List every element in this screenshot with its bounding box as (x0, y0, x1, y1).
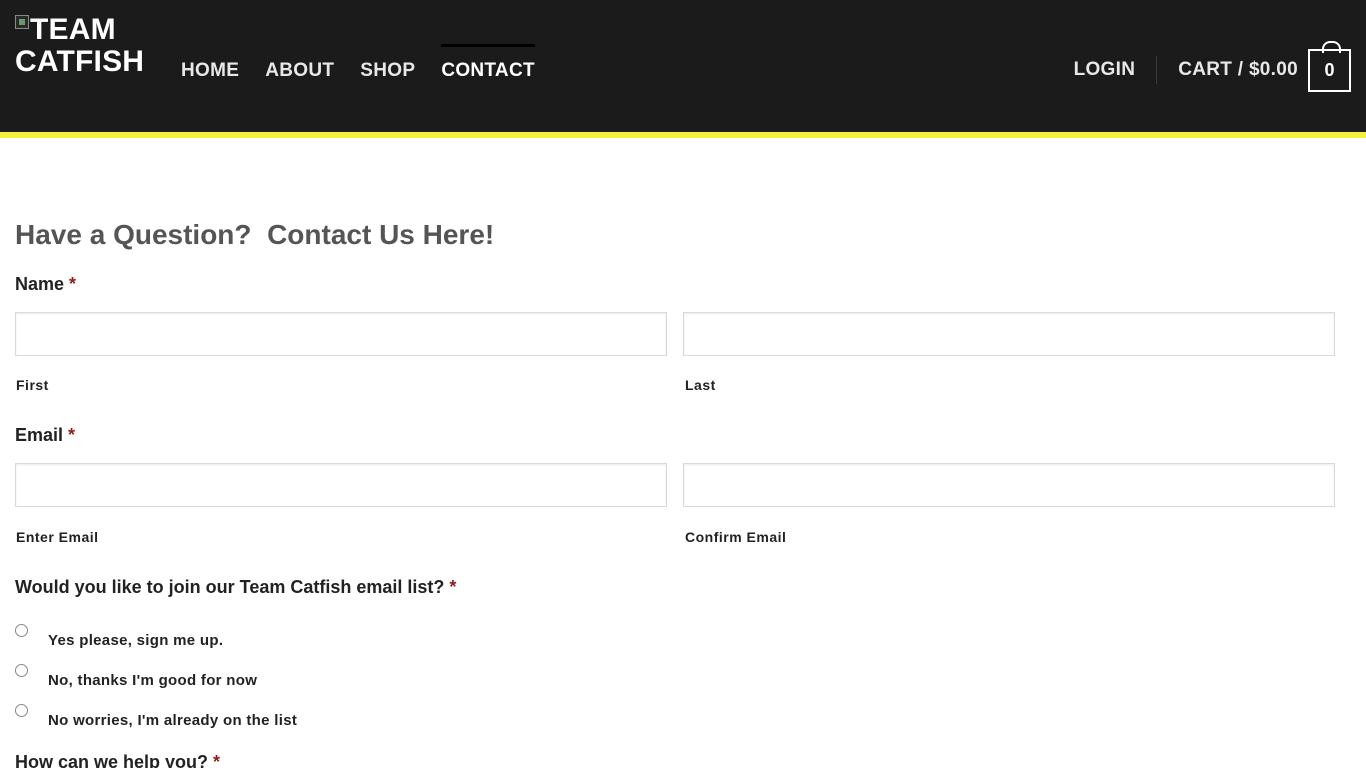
email-label: Email * (15, 425, 76, 445)
first-name-sublabel: First (16, 377, 49, 393)
radio-option-no[interactable]: No, thanks I'm good for now (15, 664, 258, 689)
last-name-input[interactable] (683, 312, 1335, 356)
login-link[interactable]: LOGIN (1074, 59, 1157, 81)
cart-bag-icon[interactable]: 0 (1308, 40, 1351, 92)
site-header: Team Catfish HOME ABOUT SHOP CONTACT LOG… (0, 0, 1366, 132)
site-logo[interactable]: Team Catfish (15, 14, 165, 78)
radio-option-label: No worries, I'm already on the list (48, 712, 298, 729)
page-title: Have a Question? Contact Us Here! (15, 219, 495, 250)
required-mark: * (68, 425, 76, 445)
email-list-question: Would you like to join our Team Catfish … (15, 577, 457, 597)
required-mark: * (69, 274, 77, 294)
nav-home[interactable]: HOME (181, 0, 239, 132)
radio-button[interactable] (15, 624, 28, 637)
cart-link[interactable]: CART / $0.00 (1157, 59, 1308, 81)
last-name-sublabel: Last (685, 377, 716, 393)
radio-option-label: Yes please, sign me up. (48, 632, 224, 649)
enter-email-sublabel: Enter Email (16, 529, 99, 545)
nav-shop[interactable]: SHOP (360, 0, 415, 132)
broken-image-icon (15, 15, 29, 29)
radio-option-already[interactable]: No worries, I'm already on the list (15, 704, 298, 729)
main-nav: HOME ABOUT SHOP CONTACT (181, 0, 561, 132)
required-mark: * (213, 752, 221, 768)
radio-option-yes[interactable]: Yes please, sign me up. (15, 624, 224, 649)
radio-option-label: No, thanks I'm good for now (48, 672, 258, 689)
radio-button[interactable] (15, 704, 28, 717)
account-nav: LOGIN CART / $0.00 0 (1074, 40, 1351, 92)
email-input[interactable] (15, 463, 667, 507)
help-label: How can we help you? * (15, 752, 220, 768)
confirm-email-sublabel: Confirm Email (685, 529, 787, 545)
required-mark: * (449, 577, 457, 597)
nav-contact[interactable]: CONTACT (441, 0, 535, 132)
logo-alt-text: Team Catfish (15, 13, 145, 78)
name-label: Name * (15, 274, 77, 294)
nav-about[interactable]: ABOUT (265, 0, 334, 132)
confirm-email-input[interactable] (683, 463, 1335, 507)
first-name-input[interactable] (15, 312, 667, 356)
radio-button[interactable] (15, 664, 28, 677)
header-accent-stripe (0, 132, 1366, 138)
cart-count: 0 (1324, 59, 1335, 80)
